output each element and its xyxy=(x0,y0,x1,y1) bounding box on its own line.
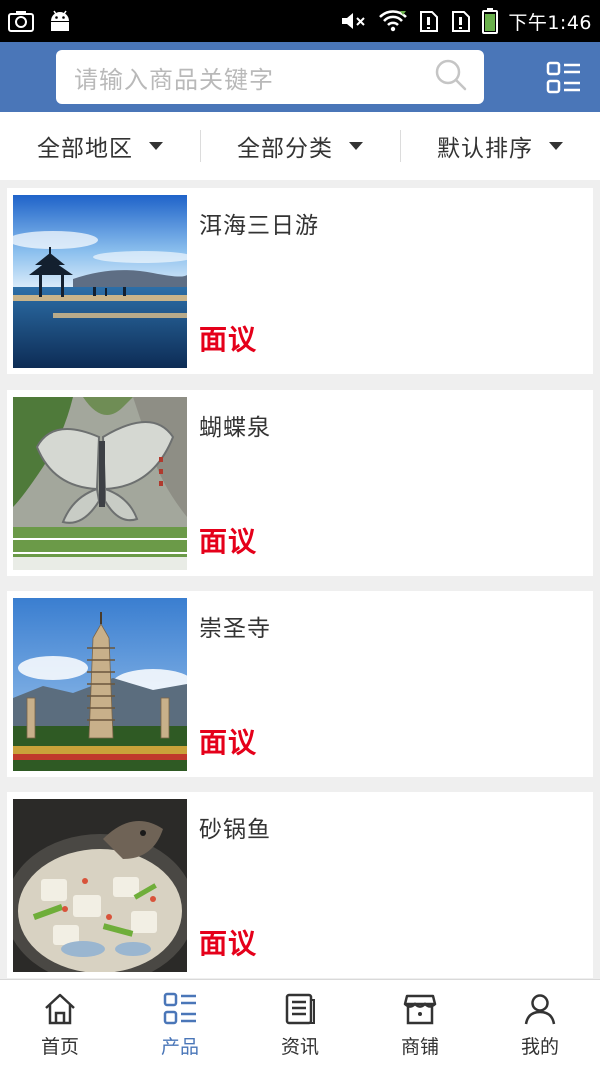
product-price: 面议 xyxy=(199,726,258,759)
search-input[interactable]: 请输入商品关键字 xyxy=(56,50,484,104)
tab-news[interactable]: 资讯 xyxy=(240,980,360,1067)
android-icon xyxy=(48,10,72,32)
tab-store-label: 商铺 xyxy=(400,1036,439,1058)
product-card[interactable]: 崇圣寺 面议 xyxy=(7,591,593,777)
product-image-fish-hotpot[interactable] xyxy=(13,799,187,972)
caret-down-icon xyxy=(549,142,563,150)
grid-list-icon xyxy=(163,992,197,1026)
product-price: 面议 xyxy=(199,525,258,558)
product-image-lake-pavilion[interactable] xyxy=(13,195,187,368)
filter-bar: 全部地区 全部分类 默认排序 xyxy=(0,112,600,180)
product-name[interactable]: 砂锅鱼 xyxy=(199,810,271,844)
wifi-icon xyxy=(378,9,408,33)
bottom-tab-bar: 首页 产品 资讯 商铺 我的 xyxy=(0,979,600,1067)
news-icon xyxy=(283,992,317,1026)
product-card[interactable]: 洱海三日游 面议 xyxy=(7,188,593,374)
status-bar: 下午1:46 xyxy=(0,0,600,42)
sim2-icon xyxy=(450,9,472,33)
status-time: 下午1:46 xyxy=(508,11,592,34)
filter-category[interactable]: 全部分类 xyxy=(200,112,400,180)
mute-icon xyxy=(340,10,368,32)
search-placeholder[interactable]: 请输入商品关键字 xyxy=(74,60,434,95)
filter-category-label: 全部分类 xyxy=(237,136,333,162)
product-card[interactable]: 蝴蝶泉 面议 xyxy=(7,390,593,576)
store-icon xyxy=(403,992,437,1026)
product-name[interactable]: 蝴蝶泉 xyxy=(199,408,271,442)
filter-region[interactable]: 全部地区 xyxy=(0,112,200,180)
tab-products-label: 产品 xyxy=(160,1036,199,1058)
user-icon xyxy=(523,992,557,1026)
search-icon[interactable] xyxy=(434,58,468,96)
header: 请输入商品关键字 xyxy=(0,42,600,112)
filter-sort-label: 默认排序 xyxy=(437,136,533,162)
tab-store[interactable]: 商铺 xyxy=(360,980,480,1067)
tab-profile-label: 我的 xyxy=(520,1036,559,1058)
product-image-pagodas[interactable] xyxy=(13,598,187,771)
home-icon xyxy=(43,992,77,1026)
product-image-butterfly-sculpture[interactable] xyxy=(13,397,187,570)
product-price: 面议 xyxy=(199,927,258,960)
filter-region-label: 全部地区 xyxy=(37,136,133,162)
filter-sort[interactable]: 默认排序 xyxy=(400,112,600,180)
caret-down-icon xyxy=(149,142,163,150)
tab-profile[interactable]: 我的 xyxy=(480,980,600,1067)
product-name[interactable]: 崇圣寺 xyxy=(199,609,271,643)
tab-home[interactable]: 首页 xyxy=(0,980,120,1067)
tab-products[interactable]: 产品 xyxy=(120,980,240,1067)
screenshot-icon xyxy=(8,10,34,32)
product-price: 面议 xyxy=(199,323,258,356)
product-card[interactable]: 砂锅鱼 面议 xyxy=(7,792,593,978)
tab-news-label: 资讯 xyxy=(280,1036,319,1058)
product-name[interactable]: 洱海三日游 xyxy=(199,206,319,240)
sim1-icon xyxy=(418,9,440,33)
category-menu-icon[interactable] xyxy=(546,60,582,96)
battery-icon xyxy=(482,8,499,34)
caret-down-icon xyxy=(349,142,363,150)
tab-home-label: 首页 xyxy=(40,1036,79,1058)
